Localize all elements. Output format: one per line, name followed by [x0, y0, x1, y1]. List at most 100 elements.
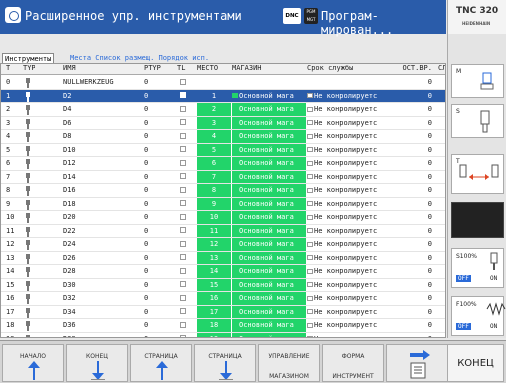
magazine-label: Основной мага — [239, 213, 294, 221]
table-row[interactable]: 7 D14 0 7 Основной мага Не конролируетс 0 — [1, 170, 445, 184]
checkbox-box[interactable] — [180, 227, 186, 234]
tool-type-icon — [23, 225, 35, 238]
remaining-time: 0 — [427, 213, 432, 221]
tool-ptyp: 0 — [144, 226, 149, 235]
tool-type-icon — [23, 103, 35, 116]
col-ptyp[interactable]: PTYP — [144, 64, 161, 74]
col-typ[interactable]: TYP — [23, 64, 35, 74]
table-row[interactable]: 4 D8 0 4 Основной мага Не конролируетс 0 — [1, 130, 445, 144]
tool-locked-checkbox[interactable] — [177, 306, 189, 319]
table-row[interactable]: 16 D32 0 16 Основной мага Не конролируетс 0 — [1, 292, 445, 306]
table-row[interactable]: 3 D6 0 3 Основной мага Не конролируетс 0 — [1, 116, 445, 130]
tab-tools[interactable]: Инструменты — [2, 53, 55, 63]
checkbox-box[interactable] — [180, 254, 186, 261]
tool-locked-checkbox[interactable] — [177, 157, 189, 170]
tool-locked-checkbox[interactable] — [177, 265, 189, 278]
softkey-7[interactable] — [386, 344, 448, 382]
checkbox-box[interactable] — [180, 78, 186, 85]
checkbox-box[interactable] — [180, 267, 186, 274]
tool-locked-checkbox[interactable] — [177, 333, 189, 337]
tool-locked-checkbox[interactable] — [177, 279, 189, 292]
col-mesto[interactable]: МЕСТО — [197, 64, 231, 74]
checkbox-box[interactable] — [180, 105, 186, 112]
checkbox-box[interactable] — [180, 159, 186, 166]
checkbox-box[interactable] — [180, 132, 186, 139]
tool-locked-checkbox[interactable] — [177, 144, 189, 157]
remaining-time: 0 — [427, 186, 432, 194]
table-row[interactable]: 14 D28 0 14 Основной мага Не конролируетс 0 — [1, 265, 445, 279]
tool-locked-checkbox[interactable] — [177, 90, 189, 103]
table-row[interactable]: 5 D10 0 5 Основной мага Не конролируетс 0 — [1, 143, 445, 157]
col-sl[interactable]: СЛ — [438, 64, 445, 74]
softkey-5[interactable]: УПРАВЛЕНИЕ МАГАЗИНОМ — [258, 344, 320, 382]
tool-locked-checkbox[interactable] — [177, 225, 189, 238]
tool-locked-checkbox[interactable] — [177, 319, 189, 332]
softkey-1[interactable]: НАЧАЛО — [2, 344, 64, 382]
checkbox-box[interactable] — [180, 200, 186, 207]
end-softkey[interactable]: КОНЕЦ — [447, 344, 504, 382]
tool-locked-checkbox[interactable] — [177, 198, 189, 211]
col-t[interactable]: T — [6, 64, 10, 74]
tool-locked-checkbox[interactable] — [177, 211, 189, 224]
life-label: Не конролируетс — [314, 267, 378, 275]
softkey-4[interactable]: СТРАНИЦА — [194, 344, 256, 382]
tool-locked-checkbox[interactable] — [177, 184, 189, 197]
checkbox-box[interactable] — [180, 294, 186, 301]
pocket-number: 10 — [197, 211, 231, 224]
tool-locked-checkbox[interactable] — [177, 117, 189, 130]
tool-name: D20 — [63, 213, 76, 221]
checkbox-box[interactable] — [180, 146, 186, 153]
tool-locked-checkbox[interactable] — [177, 238, 189, 251]
tool-locked-checkbox[interactable] — [177, 292, 189, 305]
table-row[interactable]: 8 D16 0 8 Основной мага Не конролируетс 0 — [1, 184, 445, 198]
checkbox-box[interactable] — [180, 213, 186, 220]
tool-locked-checkbox[interactable] — [177, 252, 189, 265]
f-off-indicator[interactable]: OFF — [456, 323, 471, 330]
checkbox-box[interactable] — [180, 281, 186, 288]
s-function-panel[interactable]: S — [451, 104, 504, 138]
checkbox-box[interactable] — [180, 173, 186, 180]
tool-type-icon — [23, 144, 35, 157]
tool-locked-checkbox[interactable] — [177, 103, 189, 116]
table-row[interactable]: 1 D2 0 1 Основной мага Не конролируетс 0 — [1, 89, 445, 103]
checkbox-box[interactable] — [180, 119, 186, 126]
checkbox-box[interactable] — [180, 240, 186, 247]
softkey-6[interactable]: ФОРМА ИНСТРУМЕНТ — [322, 344, 384, 382]
table-row[interactable]: 19 D38 0 19 Основной мага Не конролируетс 0 — [1, 332, 445, 337]
table-row[interactable]: 13 D26 0 13 Основной мага Не конролируетс 0 — [1, 251, 445, 265]
checkbox-box[interactable] — [180, 186, 186, 193]
f-on-indicator[interactable]: ON — [490, 323, 497, 330]
tool-locked-checkbox[interactable] — [177, 130, 189, 143]
spindle-override-panel[interactable]: S100% OFF ON — [451, 248, 504, 288]
softkey-2[interactable]: КОНЕЦ — [66, 344, 128, 382]
col-life[interactable]: Срок службы — [307, 64, 392, 74]
softkey-label: УПРАВЛЕНИЕ — [268, 353, 310, 360]
t-function-panel[interactable]: T — [451, 154, 504, 194]
checkbox-box[interactable] — [180, 335, 186, 337]
table-row[interactable]: 17 D34 0 17 Основной мага Не конролируетс 0 — [1, 305, 445, 319]
col-tl[interactable]: TL — [177, 64, 189, 74]
table-row[interactable]: 6 D12 0 6 Основной мага Не конролируетс 0 — [1, 157, 445, 171]
col-name[interactable]: ИМЯ — [63, 64, 137, 74]
softkey-3[interactable]: СТРАНИЦА — [130, 344, 192, 382]
checkbox-box[interactable] — [180, 92, 186, 99]
tool-locked-checkbox[interactable] — [177, 76, 189, 89]
col-magazine[interactable]: МАГАЗИН — [232, 64, 306, 74]
col-remaining[interactable]: ОСТ.ВР. — [396, 64, 438, 74]
table-row[interactable]: 0 NULLWERKZEUG 0 0 — [1, 76, 445, 90]
table-row[interactable]: 12 D24 0 12 Основной мага Не конролируетс 0 — [1, 238, 445, 252]
tab-other[interactable]: Места Список размещ. Порядок исп. — [68, 53, 211, 63]
tool-locked-checkbox[interactable] — [177, 171, 189, 184]
table-row[interactable]: 2 D4 0 2 Основной мага Не конролируетс 0 — [1, 103, 445, 117]
table-row[interactable]: 11 D22 0 11 Основной мага Не конролируетс 0 — [1, 224, 445, 238]
s-off-indicator[interactable]: OFF — [456, 275, 471, 282]
s-on-indicator[interactable]: ON — [490, 275, 497, 282]
feed-override-panel[interactable]: F100% OFF ON — [451, 296, 506, 336]
checkbox-box[interactable] — [180, 308, 186, 315]
table-row[interactable]: 9 D18 0 9 Основной мага Не конролируетс 0 — [1, 197, 445, 211]
m-function-panel[interactable]: M — [451, 64, 504, 98]
table-row[interactable]: 10 D20 0 10 Основной мага Не конролируетс 0 — [1, 211, 445, 225]
table-row[interactable]: 18 D36 0 18 Основной мага Не конролируетс 0 — [1, 319, 445, 333]
checkbox-box[interactable] — [180, 321, 186, 328]
table-row[interactable]: 15 D30 0 15 Основной мага Не конролируетс 0 — [1, 278, 445, 292]
